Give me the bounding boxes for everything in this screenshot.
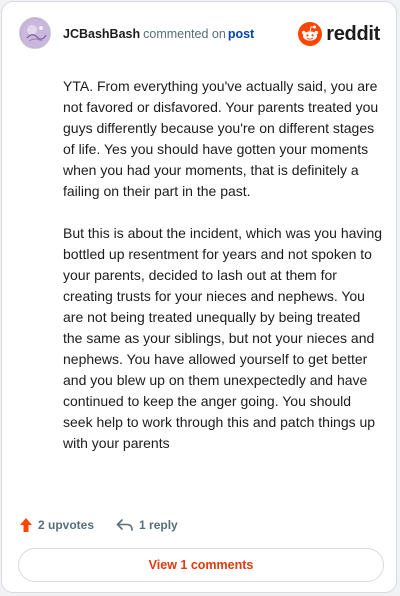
comment-card: JCBashBash commented on post reddit YTA. F… [1, 1, 397, 593]
comment-header: JCBashBash commented on post reddit [19, 17, 380, 51]
view-comments-button[interactable]: View 1 comments [18, 548, 384, 582]
reply-count: 1 reply [139, 518, 178, 532]
username[interactable]: JCBashBash [63, 27, 140, 41]
upvote-arrow-icon [20, 518, 32, 532]
comment-footer: 2 upvotes 1 reply [19, 515, 178, 535]
comment-paragraph-1: YTA. From everything you've actually sai… [63, 78, 379, 199]
comment-body: YTA. From everything you've actually sai… [63, 76, 383, 454]
upvote-button[interactable]: 2 upvotes [19, 517, 94, 533]
reply-button[interactable]: 1 reply [116, 518, 178, 532]
avatar[interactable] [19, 17, 51, 49]
reddit-brand[interactable]: reddit [298, 21, 380, 47]
post-link[interactable]: post [228, 27, 254, 41]
comment-paragraph-2: But this is about the incident, which wa… [63, 225, 383, 451]
reply-arrow-icon [116, 519, 133, 531]
comment-meta: JCBashBash commented on post [63, 26, 254, 42]
reddit-logo-icon [298, 22, 323, 46]
action-text: commented on [143, 27, 226, 41]
upvote-count: 2 upvotes [38, 518, 95, 532]
reddit-wordmark: reddit [326, 23, 380, 45]
